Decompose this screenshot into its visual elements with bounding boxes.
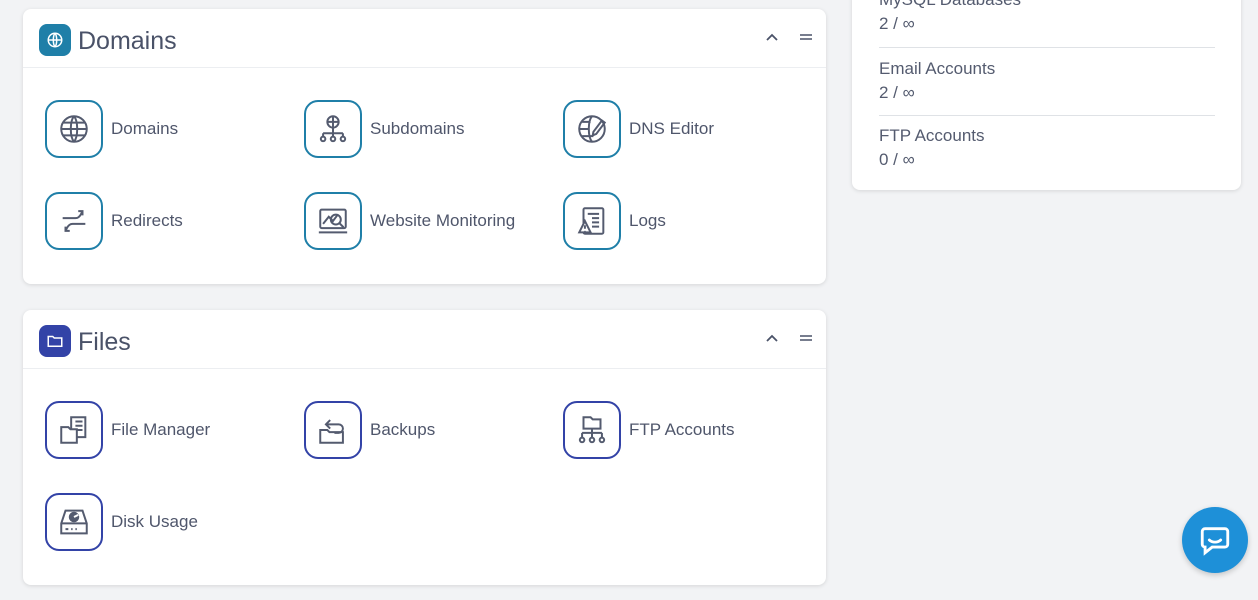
collapse-button[interactable] [762,328,782,348]
tile-logs[interactable]: Logs [563,192,813,250]
panel-title: Domains [78,27,177,55]
stat-value: 0 / ∞ [879,150,915,169]
stat-value: 2 / ∞ [879,14,915,33]
ftp-network-folder-icon [563,401,621,459]
stat-label: Email Accounts [879,59,996,78]
domains-panel: Domains Domains Subdomains DNS Editor Re… [23,9,826,284]
drag-handle-button[interactable] [796,328,816,348]
tile-label: Redirects [111,211,183,230]
menu-lines-icon [800,335,812,341]
network-node-icon [304,100,362,158]
files-panel: Files File Manager Backups FTP Accounts … [23,310,826,585]
stat-value: 2 / ∞ [879,83,915,102]
stat-label: FTP Accounts [879,126,985,145]
menu-lines-icon [800,34,812,40]
tile-website-monitoring[interactable]: Website Monitoring [304,192,554,250]
domains-panel-header: Domains [23,9,826,68]
stat-mysql-databases: MySQL Databases 2 / ∞ [879,0,1215,34]
tile-file-manager[interactable]: File Manager [45,401,295,459]
chevron-up-icon [766,33,778,41]
chat-bubble-icon [1200,527,1230,556]
tile-label: Domains [111,119,179,138]
tile-dns-editor[interactable]: DNS Editor [563,100,813,158]
divider [879,115,1215,116]
chevron-up-icon [766,334,778,342]
tile-disk-usage[interactable]: Disk Usage [45,493,295,551]
chat-button[interactable] [1182,507,1248,573]
disk-drive-icon [45,493,103,551]
tile-label: File Manager [111,420,211,439]
globe-icon [45,100,103,158]
files-panel-header: Files [23,310,826,369]
backup-folder-icon [304,401,362,459]
monitor-chart-icon [304,192,362,250]
divider [879,47,1215,48]
redirect-arrows-icon [45,192,103,250]
panel-title: Files [78,328,131,356]
stat-email-accounts: Email Accounts 2 / ∞ [879,59,1215,103]
tile-label: Backups [370,420,436,439]
tile-label: FTP Accounts [629,420,735,439]
tile-domains[interactable]: Domains [45,100,295,158]
tile-subdomains[interactable]: Subdomains [304,100,554,158]
file-manager-icon [45,401,103,459]
account-stats-card: MySQL Databases 2 / ∞ Email Accounts 2 /… [852,0,1241,190]
dns-globe-pen-icon [563,100,621,158]
globe-icon [39,24,71,56]
stat-ftp-accounts: FTP Accounts 0 / ∞ [879,126,1215,170]
tile-label: Logs [629,211,666,230]
tile-label: Website Monitoring [370,211,516,230]
folder-icon [39,325,71,357]
drag-handle-button[interactable] [796,27,816,47]
tile-redirects[interactable]: Redirects [45,192,295,250]
tile-ftp-accounts[interactable]: FTP Accounts [563,401,813,459]
tile-backups[interactable]: Backups [304,401,554,459]
collapse-button[interactable] [762,27,782,47]
log-document-warning-icon [563,192,621,250]
tile-label: DNS Editor [629,119,715,138]
tile-label: Subdomains [370,119,465,138]
stat-label: MySQL Databases [879,0,1215,10]
tile-label: Disk Usage [111,512,198,531]
